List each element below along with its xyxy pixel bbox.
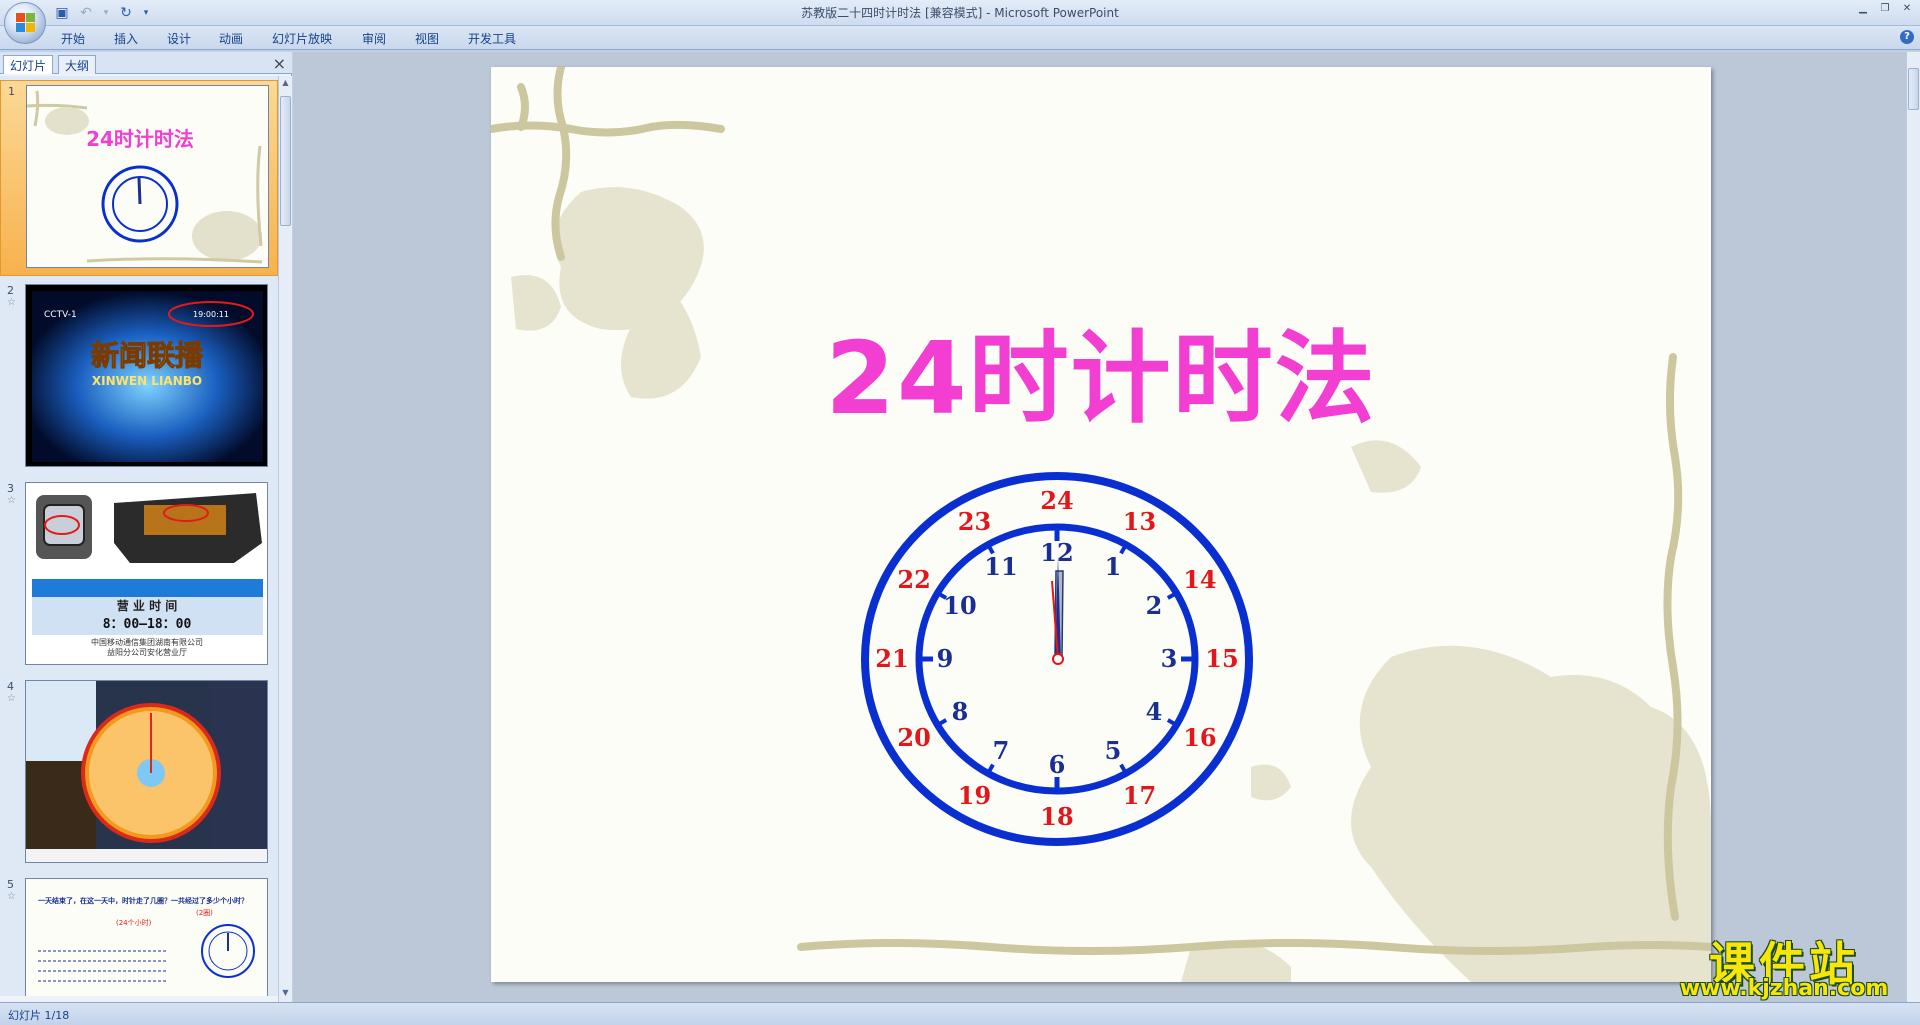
watermark-url: www.kjzhan.com — [1679, 976, 1889, 1001]
clock-outer-number: 21 — [875, 644, 908, 673]
clock-outer-number: 23 — [958, 507, 991, 536]
slide2-subheading: XINWEN LIANBO — [92, 374, 202, 388]
clock-inner-number: 7 — [993, 736, 1010, 765]
thumbnail-image: 一天结束了，在这一天中，时针走了几圈？一共经过了多少个小时？ (2圈) (24个… — [25, 878, 268, 996]
clock-inner-number: 9 — [937, 644, 954, 673]
clock-inner-number: 5 — [1105, 736, 1122, 765]
slide-number: 5 — [7, 878, 14, 891]
thumbnail-image: 营 业 时 间 8：00—18：00 中国移动通信集团湖南有限公司 益阳分公司安… — [25, 482, 268, 665]
clock-inner-number: 10 — [943, 591, 976, 620]
slide2-time: 19:00:11 — [193, 310, 229, 319]
thumbnails-scrollbar[interactable]: ▲ ▼ — [278, 76, 292, 1002]
animation-star-icon: ☆ — [7, 891, 16, 902]
tab-view[interactable]: 视图 — [415, 30, 439, 47]
current-slide[interactable]: 24时计时法 12 1 2 3 4 5 6 7 8 9 10 11 24 13 14 15 16 17 18 19 2… — [491, 67, 1711, 982]
pane-tabs: 幻灯片 大纲 × — [0, 52, 292, 74]
tab-developer[interactable]: 开发工具 — [468, 30, 516, 47]
help-icon[interactable]: ? — [1900, 30, 1914, 44]
slide-counter: 幻灯片 1/18 — [8, 1009, 70, 1022]
clock-outer-number: 22 — [897, 565, 930, 594]
clock-outer-number: 20 — [897, 723, 930, 752]
slide5-answer2: (24个小时) — [116, 918, 152, 927]
slide-thumbnail-2[interactable]: 2 ☆ CCTV-1 19:00:11 新闻联播 XINWEN LIANBO — [0, 280, 278, 476]
minimize-icon[interactable]: ▁ — [1854, 2, 1872, 16]
slide2-channel: CCTV-1 — [44, 310, 77, 320]
clock-inner-number: 1 — [1105, 552, 1122, 581]
slide3-banner: 营 业 时 间 — [117, 598, 178, 613]
slide-thumbnail-5[interactable]: 5 ☆ 一天结束了，在这一天中，时针走了几圈？一共经过了多少个小时？ (2圈) … — [0, 874, 278, 996]
clock-inner-number: 2 — [1146, 591, 1163, 620]
slide3-hours: 8：00—18：00 — [103, 617, 192, 632]
slide4-thumb-art — [26, 681, 267, 862]
close-window-icon[interactable]: ✕ — [1898, 2, 1916, 16]
clock-inner-number: 3 — [1161, 644, 1178, 673]
slide-thumbnail-4[interactable]: 4 ☆ — [0, 676, 278, 872]
status-bar: 幻灯片 1/18 — [0, 1002, 1920, 1025]
clock-outer-number: 19 — [958, 781, 991, 810]
clock-center — [1052, 653, 1064, 665]
scroll-up-icon[interactable]: ▲ — [280, 78, 291, 90]
slide5-question: 一天结束了，在这一天中，时针走了几圈？一共经过了多少个小时？ — [38, 896, 248, 905]
title-bar: ▣ ↶ ▾ ↻ ▾ 苏教版二十四时计时法 [兼容模式] - Microsoft … — [0, 0, 1920, 44]
tab-slideshow[interactable]: 幻灯片放映 — [272, 30, 332, 47]
tab-slides[interactable]: 幻灯片 — [3, 55, 54, 74]
slide3-thumb-art: 营 业 时 间 8：00—18：00 中国移动通信集团湖南有限公司 益阳分公司安… — [32, 493, 263, 657]
animation-star-icon: ☆ — [7, 495, 16, 506]
maximize-icon[interactable]: ❐ — [1876, 2, 1894, 16]
slide5-answer1: (2圈) — [196, 909, 213, 917]
window-controls: ▁ ❐ ✕ — [1854, 2, 1916, 16]
scrollbar-thumb[interactable] — [1908, 68, 1919, 110]
clock-outer-number: 13 — [1123, 507, 1156, 536]
office-button[interactable] — [4, 2, 46, 44]
slide3-company2: 益阳分公司安化营业厅 — [107, 647, 187, 657]
slide-editor: 24时计时法 12 1 2 3 4 5 6 7 8 9 10 11 24 13 14 15 16 17 18 19 2… — [293, 52, 1906, 1002]
animation-star-icon: ☆ — [7, 297, 16, 308]
tab-home[interactable]: 开始 — [61, 30, 85, 47]
slides-pane: 幻灯片 大纲 × 1 24时计时法 2 ☆ CCTV-1 19:00:11 新闻… — [0, 52, 292, 1002]
slide-thumbnail-1[interactable]: 1 24时计时法 — [0, 80, 278, 276]
slide-number: 2 — [7, 284, 14, 297]
window-title: 苏教版二十四时计时法 [兼容模式] - Microsoft PowerPoint — [801, 6, 1119, 20]
tab-design[interactable]: 设计 — [167, 30, 191, 47]
clock-outer-number: 17 — [1123, 781, 1156, 810]
watermark-logo: 课件站 www.kjzhan.com — [1666, 928, 1902, 1001]
clock-outer-number: 15 — [1205, 644, 1238, 673]
clock-diagram: 12 1234567891011 241314151617181920212223 — [861, 472, 1253, 846]
clock-inner-number: 6 — [1049, 750, 1066, 779]
ribbon-tabs: 开始 插入 设计 动画 幻灯片放映 审阅 视图 开发工具 — [0, 26, 1920, 50]
slide-scrollbar[interactable] — [1906, 52, 1920, 1002]
clock-outer-number: 14 — [1183, 565, 1216, 594]
thumbnail-image: 24时计时法 — [26, 85, 269, 268]
slide2-thumb-art: CCTV-1 19:00:11 新闻联播 XINWEN LIANBO — [32, 291, 263, 462]
clock-inner-number: 11 — [984, 552, 1017, 581]
clock-inner-number: 4 — [1146, 697, 1163, 726]
slide5-thumb-art: 一天结束了，在这一天中，时针走了几圈？一共经过了多少个小时？ (2圈) (24个… — [38, 896, 255, 982]
slide1-thumb-art: 24时计时法 — [27, 90, 263, 264]
tab-animations[interactable]: 动画 — [219, 30, 243, 47]
scrollbar-thumb[interactable] — [280, 96, 291, 226]
tab-insert[interactable]: 插入 — [114, 30, 138, 47]
office-logo-icon — [16, 13, 36, 33]
close-pane-icon[interactable]: × — [273, 54, 286, 73]
tab-outline[interactable]: 大纲 — [58, 55, 97, 74]
thumbnail-image — [25, 680, 268, 863]
slide3-company: 中国移动通信集团湖南有限公司 — [91, 637, 203, 647]
clock-inner-number: 12 — [1040, 538, 1073, 567]
scroll-down-icon[interactable]: ▼ — [280, 988, 291, 1000]
animation-star-icon: ☆ — [7, 693, 16, 704]
clock-inner-number: 8 — [952, 697, 969, 726]
slide2-heading: 新闻联播 — [91, 339, 204, 372]
slide-number: 4 — [7, 680, 14, 693]
thumbnail-image: CCTV-1 19:00:11 新闻联播 XINWEN LIANBO — [25, 284, 268, 467]
clock-outer-number: 24 — [1040, 486, 1073, 515]
slide-number: 3 — [7, 482, 14, 495]
tab-review[interactable]: 审阅 — [362, 30, 386, 47]
slide-thumbnail-3[interactable]: 3 ☆ 营 业 时 间 8：00—18：00 中国移动通信集团湖南有限公司 益阳… — [0, 478, 278, 674]
clock-outer-number: 16 — [1183, 723, 1216, 752]
slide-number: 1 — [8, 85, 15, 98]
slide-thumbnails: 1 24时计时法 2 ☆ CCTV-1 19:00:11 新闻联播 XINWEN… — [0, 76, 278, 996]
slide1-thumb-title: 24时计时法 — [86, 127, 194, 151]
clock-outer-number: 18 — [1040, 802, 1073, 831]
slide-title[interactable]: 24时计时法 — [491, 297, 1711, 442]
